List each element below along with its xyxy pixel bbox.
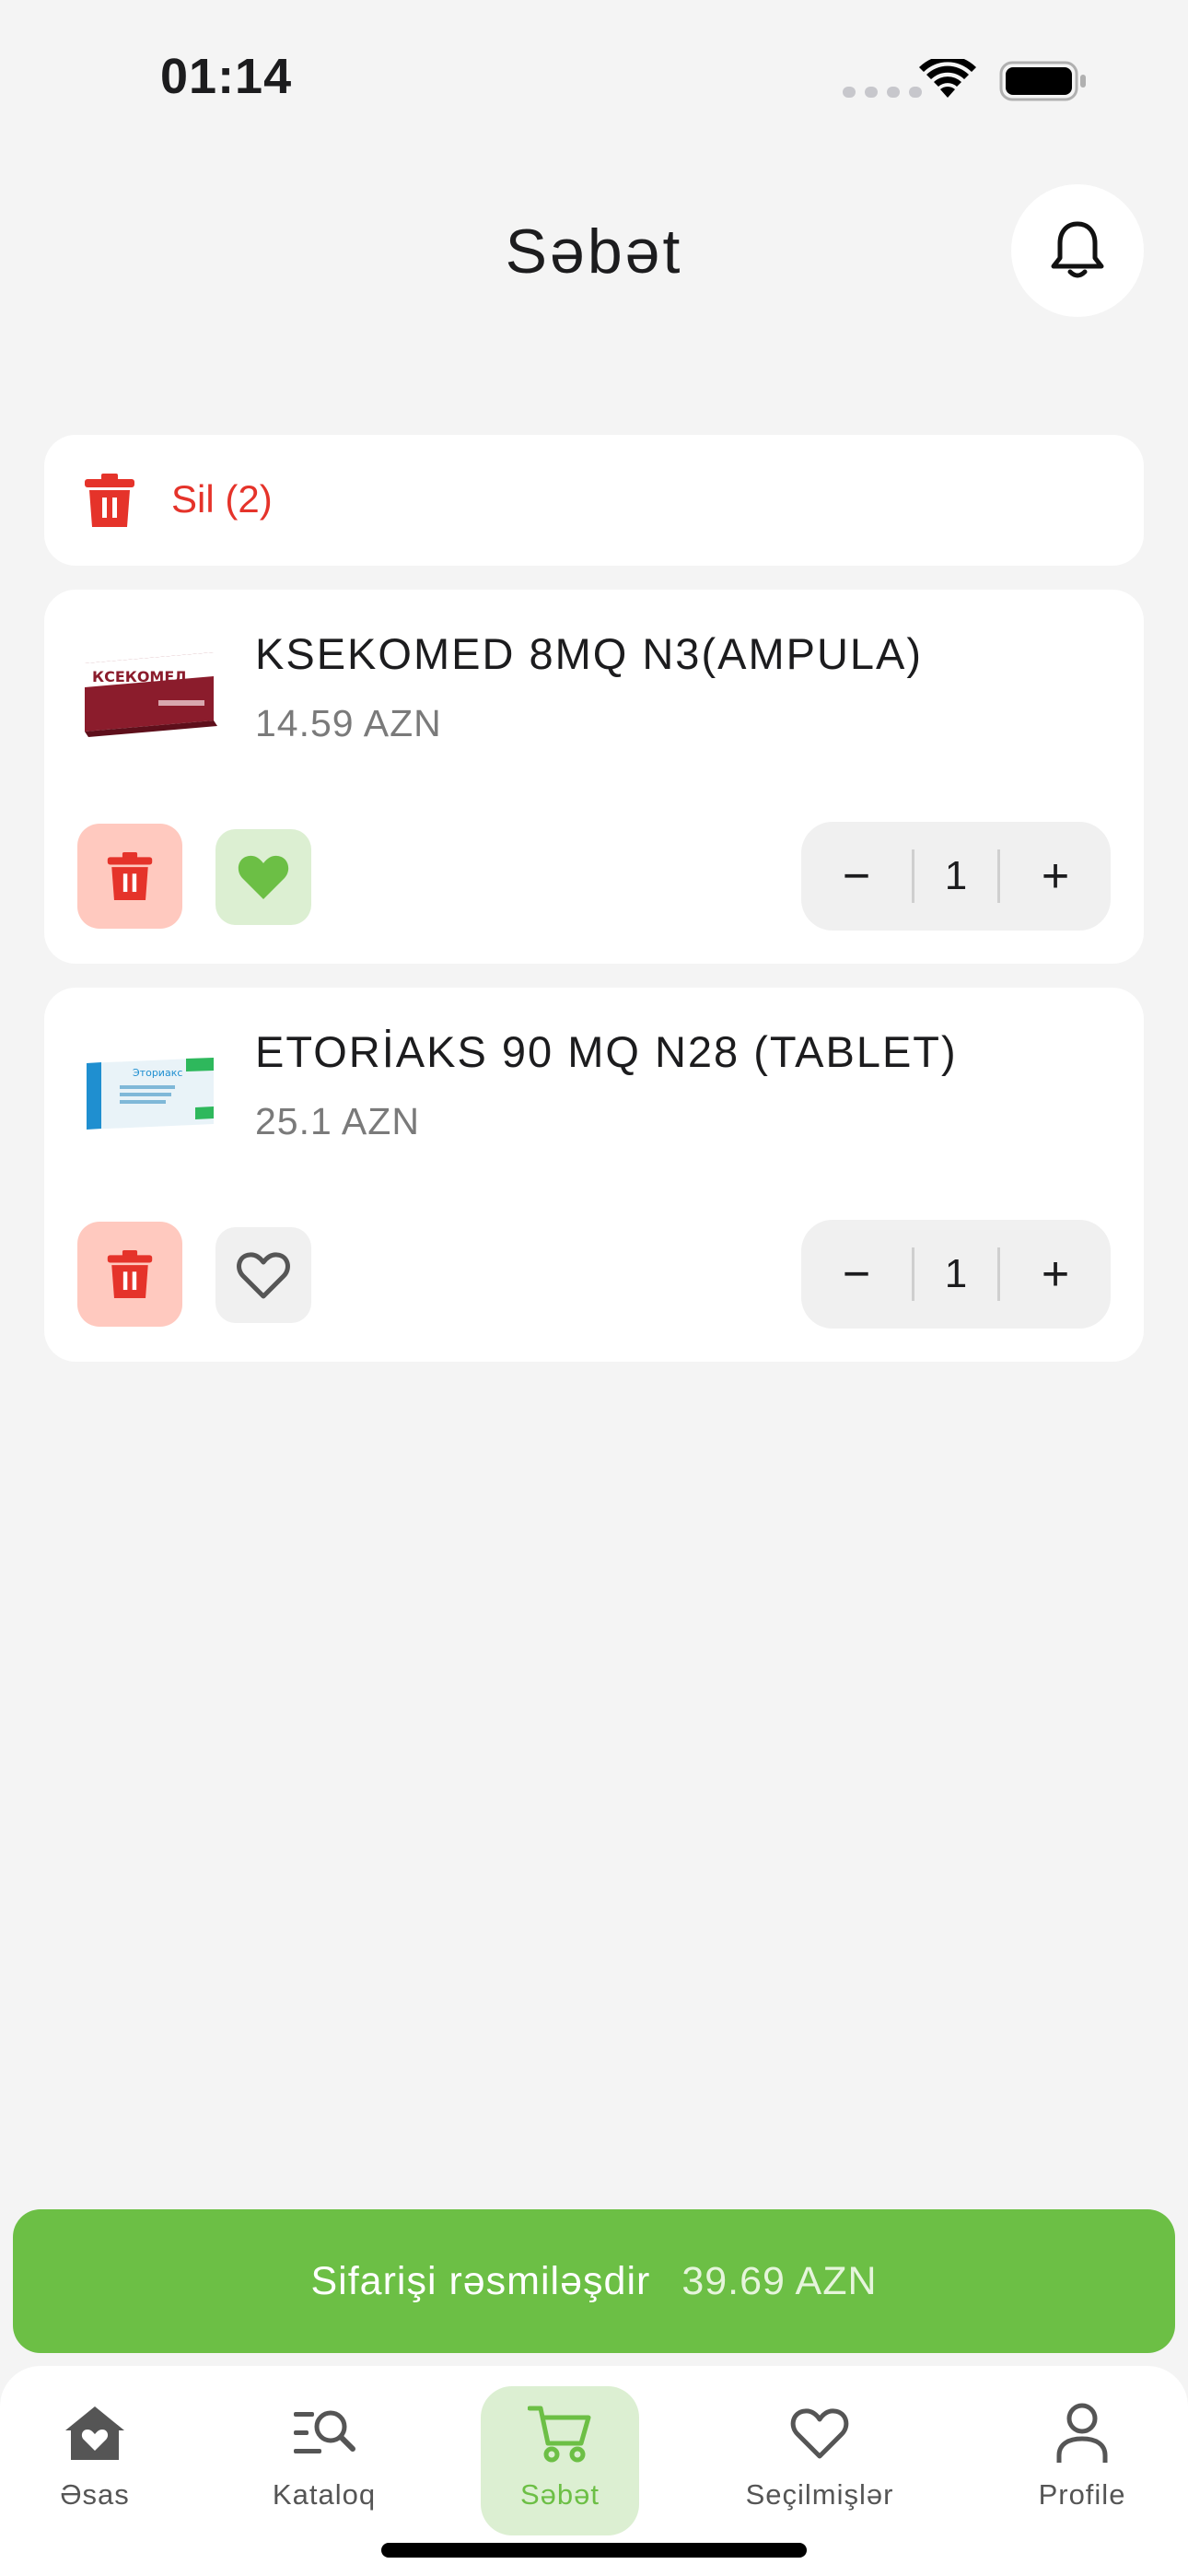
checkout-total: 39.69 AZN bbox=[681, 2258, 878, 2303]
item-price: 14.59 AZN bbox=[255, 702, 442, 744]
trash-icon bbox=[107, 852, 153, 900]
home-indicator bbox=[381, 2543, 807, 2558]
battery-icon bbox=[999, 61, 1086, 101]
item-price: 25.1 AZN bbox=[255, 1100, 420, 1142]
trash-icon bbox=[107, 1250, 153, 1298]
tab-label: Kataloq bbox=[272, 2478, 377, 2511]
svg-text:Эториакс: Эториакс bbox=[133, 1067, 182, 1079]
cart-item: КСЕКОМЕД KSEKOMED 8MQ N3(AMPULA) 14.59 A… bbox=[44, 590, 1144, 964]
tab-catalog[interactable]: Kataloq bbox=[260, 2386, 389, 2535]
cellular-signal-icon bbox=[843, 87, 922, 98]
tab-label: Əsas bbox=[60, 2478, 130, 2511]
increase-quantity-button[interactable]: + bbox=[1000, 822, 1111, 931]
checkout-label: Sifarişi rəsmiləşdir bbox=[310, 2258, 651, 2303]
catalog-search-icon bbox=[294, 2410, 355, 2453]
quantity-stepper: − 1 + bbox=[801, 822, 1111, 931]
svg-text:КСЕКОМЕД: КСЕКОМЕД bbox=[92, 668, 188, 685]
cart-item: Эториакс ETORİAKS 90 MQ N28 (TABLET) 25.… bbox=[44, 988, 1144, 1362]
trash-icon bbox=[85, 474, 134, 527]
wifi-icon bbox=[919, 59, 976, 98]
item-name: ETORİAKS 90 MQ N28 (TABLET) bbox=[255, 1027, 958, 1076]
heart-outline-icon bbox=[790, 2408, 849, 2459]
tab-favorites[interactable]: Seçilmişlər bbox=[728, 2386, 912, 2535]
page-title: Səbət bbox=[505, 217, 683, 287]
delete-all-bar[interactable]: Sil (2) bbox=[44, 435, 1144, 566]
bell-icon bbox=[1051, 221, 1104, 278]
quantity-value: 1 bbox=[944, 1251, 968, 1296]
decrease-quantity-button[interactable]: − bbox=[801, 822, 912, 931]
heart-filled-icon bbox=[238, 855, 289, 899]
delete-all-label: Sil (2) bbox=[171, 477, 273, 521]
quantity-value: 1 bbox=[944, 853, 968, 898]
favorite-button[interactable] bbox=[215, 1227, 311, 1323]
favorite-button[interactable] bbox=[215, 829, 311, 925]
item-name: KSEKOMED 8MQ N3(AMPULA) bbox=[255, 629, 924, 678]
tab-label: Seçilmişlər bbox=[745, 2478, 894, 2511]
quantity-stepper: − 1 + bbox=[801, 1220, 1111, 1329]
product-image: КСЕКОМЕД bbox=[85, 652, 217, 737]
increase-quantity-button[interactable]: + bbox=[1000, 1220, 1111, 1329]
header: Səbət bbox=[0, 184, 1188, 322]
user-icon bbox=[1056, 2403, 1108, 2463]
status-bar: 01:14 bbox=[0, 0, 1188, 157]
cart-icon bbox=[528, 2406, 591, 2463]
tab-profile[interactable]: Profile bbox=[1022, 2386, 1142, 2535]
heart-outline-icon bbox=[237, 1252, 290, 1299]
tab-cart[interactable]: Səbət bbox=[481, 2386, 639, 2535]
product-image: Эториакс bbox=[87, 1058, 214, 1130]
tab-home[interactable]: Əsas bbox=[35, 2386, 155, 2535]
remove-item-button[interactable] bbox=[77, 1222, 182, 1327]
status-time: 01:14 bbox=[160, 49, 293, 104]
notifications-button[interactable] bbox=[1011, 184, 1144, 317]
tab-label: Səbət bbox=[519, 2478, 600, 2511]
home-heart-icon bbox=[65, 2406, 124, 2460]
remove-item-button[interactable] bbox=[77, 824, 182, 929]
tab-label: Profile bbox=[1038, 2478, 1126, 2511]
checkout-button[interactable]: Sifarişi rəsmiləşdir 39.69 AZN bbox=[13, 2209, 1175, 2353]
decrease-quantity-button[interactable]: − bbox=[801, 1220, 912, 1329]
